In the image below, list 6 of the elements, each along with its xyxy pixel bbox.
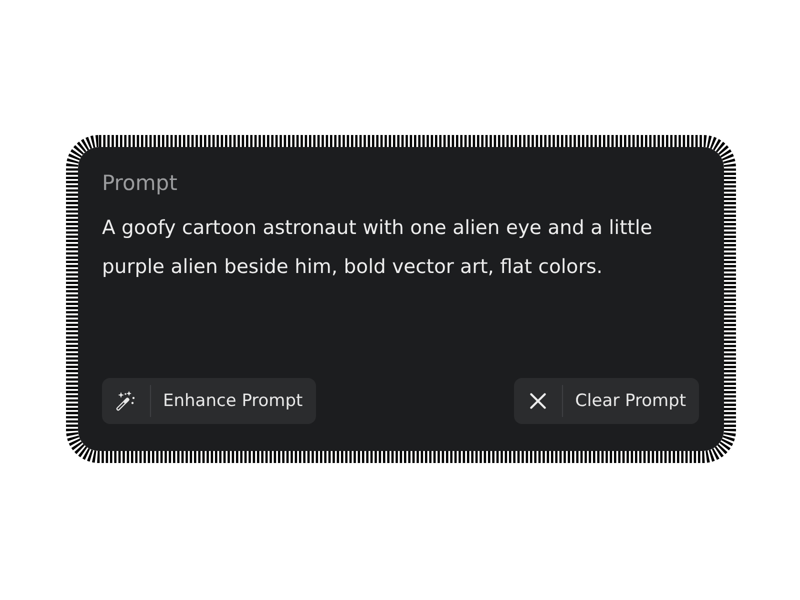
prompt-text: A goofy cartoon astronaut with one alien eye and a little purple alien beside him, bold vector art, flat colors.: [102, 215, 654, 280]
magic-wand-icon: [116, 391, 136, 411]
enhance-prompt-button[interactable]: Enhance Prompt: [102, 378, 316, 424]
prompt-label: Prompt: [102, 170, 178, 196]
clear-prompt-button[interactable]: Clear Prompt: [514, 378, 699, 424]
close-icon: [530, 393, 546, 409]
